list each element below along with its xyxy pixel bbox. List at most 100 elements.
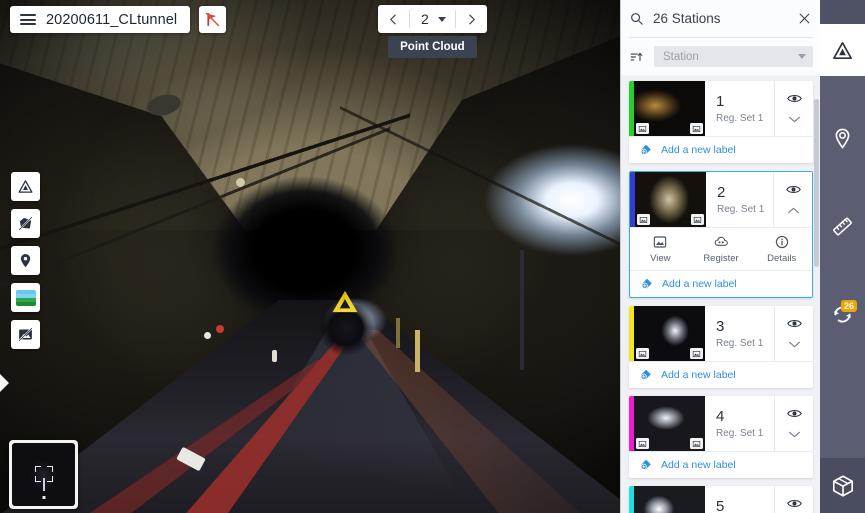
- cloud-points-icon: [714, 236, 728, 246]
- warning-triangle-icon: [833, 41, 852, 59]
- image-badge-icon: [637, 214, 650, 225]
- tool-map-pin[interactable]: [11, 246, 40, 275]
- image-badge-icon: [690, 123, 703, 134]
- action-view[interactable]: View: [630, 228, 691, 270]
- search-icon[interactable]: [629, 11, 644, 26]
- flag-off-button[interactable]: [199, 6, 227, 33]
- ruler-icon: [833, 217, 852, 235]
- station-collapse-toggle[interactable]: [787, 206, 800, 215]
- add-label-text: Add a new label: [661, 369, 736, 381]
- rail-location[interactable]: [820, 112, 865, 164]
- rail-warning[interactable]: [820, 24, 865, 76]
- station-number: 5: [716, 497, 725, 513]
- station-expand-toggle[interactable]: [788, 340, 801, 349]
- stations-panel: 26 Stations Station 1 Reg. Set 1 Add a n…: [620, 0, 821, 513]
- station-number: 4: [716, 407, 725, 425]
- image-badge-icon: [690, 348, 703, 359]
- station-number: 2: [717, 183, 726, 201]
- eye-icon: [786, 409, 802, 417]
- hamburger-icon[interactable]: [20, 14, 36, 25]
- station-visibility-toggle[interactable]: [786, 93, 802, 104]
- add-label-row[interactable]: Add a new label: [629, 136, 813, 163]
- station-number: 3: [716, 317, 725, 335]
- sync-badge-count: 26: [840, 300, 857, 312]
- image-icon: [654, 236, 667, 248]
- page-select[interactable]: 2: [410, 5, 455, 33]
- add-label-text: Add a new label: [661, 144, 736, 156]
- station-visibility-toggle[interactable]: [786, 318, 802, 329]
- station-card[interactable]: 1 Reg. Set 1 Add a new label: [629, 81, 813, 163]
- add-label-icon: [640, 459, 651, 470]
- add-label-row[interactable]: Add a new label: [630, 270, 812, 297]
- stations-panel-header: 26 Stations Station: [621, 0, 821, 75]
- eye-icon: [785, 185, 801, 193]
- station-visibility-toggle[interactable]: [786, 498, 802, 509]
- action-register[interactable]: Register: [691, 228, 752, 270]
- chevron-down-icon: [788, 341, 800, 348]
- station-subtitle: Reg. Set 1: [716, 112, 764, 124]
- project-title-chip[interactable]: 20200611_CLtunnel: [10, 6, 191, 33]
- add-label-row[interactable]: Add a new label: [629, 361, 813, 388]
- map-pin-icon: [20, 254, 31, 268]
- location-pin-icon: [835, 128, 850, 149]
- sort-ascending-icon[interactable]: [629, 50, 644, 64]
- eye-icon: [786, 499, 802, 507]
- station-actions: View Register Details: [630, 227, 812, 270]
- panorama-viewport[interactable]: 20200611_CLtunnel 2 Point Cloud: [0, 0, 620, 513]
- station-card[interactable]: 4 Reg. Set 1 Add a new label: [629, 396, 813, 478]
- close-search-button[interactable]: [795, 10, 813, 28]
- action-view-label: View: [650, 253, 671, 264]
- tool-warning[interactable]: [11, 172, 40, 201]
- add-label-row[interactable]: Add a new label: [629, 451, 813, 478]
- chevron-down-icon: [788, 116, 800, 123]
- image-badge-icon: [636, 123, 649, 134]
- rail-measure[interactable]: [820, 200, 865, 252]
- station-card[interactable]: 2 Reg. Set 1 View Register Details Add a…: [629, 171, 813, 298]
- rail-cube[interactable]: [820, 458, 865, 513]
- chevron-down-icon: [437, 16, 446, 22]
- station-thumbnail: [635, 172, 706, 227]
- station-visibility-toggle[interactable]: [785, 184, 801, 195]
- action-details-label: Details: [767, 253, 797, 264]
- eye-icon: [786, 319, 802, 327]
- sort-field-value: Station: [663, 50, 699, 63]
- stations-scrollbar[interactable]: [814, 99, 819, 267]
- focus-bracket-icon: [34, 465, 41, 472]
- image-badge-icon: [636, 438, 649, 449]
- page-nav-tooltip: Point Cloud: [388, 36, 477, 58]
- station-thumbnail: [634, 486, 705, 513]
- chevron-left-icon: [390, 14, 396, 24]
- station-card[interactable]: 5 Reg. Set 1: [629, 486, 813, 513]
- stations-list[interactable]: 1 Reg. Set 1 Add a new label 2 Reg. Set …: [621, 75, 821, 513]
- search-input[interactable]: 26 Stations: [653, 11, 786, 26]
- focus-bracket-icon: [34, 475, 41, 482]
- station-expand-toggle[interactable]: [788, 115, 801, 124]
- sort-field-select[interactable]: Station: [654, 46, 813, 67]
- project-title: 20200611_CLtunnel: [46, 11, 178, 28]
- rail-sync[interactable]: 26: [820, 288, 865, 340]
- station-number: 1: [716, 92, 725, 110]
- left-toolbar: [11, 172, 40, 349]
- next-page-button[interactable]: [456, 5, 487, 33]
- image-badge-icon: [636, 348, 649, 359]
- action-details[interactable]: Details: [751, 228, 812, 270]
- tool-image-off[interactable]: [11, 320, 40, 349]
- add-label-text: Add a new label: [662, 278, 737, 290]
- search-row: 26 Stations: [629, 0, 813, 38]
- focus-bracket-icon: [47, 465, 54, 472]
- station-subtitle: Reg. Set 1: [716, 337, 764, 349]
- station-visibility-toggle[interactable]: [786, 408, 802, 419]
- minimap-preview[interactable]: [9, 440, 78, 509]
- tool-color-swatch[interactable]: [11, 283, 40, 312]
- add-label-icon: [640, 144, 651, 155]
- flag-off-icon: [205, 12, 220, 27]
- close-icon: [799, 13, 809, 24]
- page-navigation: 2 Point Cloud: [378, 5, 487, 58]
- chevron-down-icon: [798, 54, 806, 59]
- image-badge-icon: [690, 438, 703, 449]
- station-expand-toggle[interactable]: [788, 430, 801, 439]
- application-root: 20200611_CLtunnel 2 Point Cloud 26 Stati…: [0, 0, 865, 513]
- station-card[interactable]: 3 Reg. Set 1 Add a new label: [629, 306, 813, 388]
- prev-page-button[interactable]: [378, 5, 409, 33]
- tool-polygon-off[interactable]: [11, 209, 40, 238]
